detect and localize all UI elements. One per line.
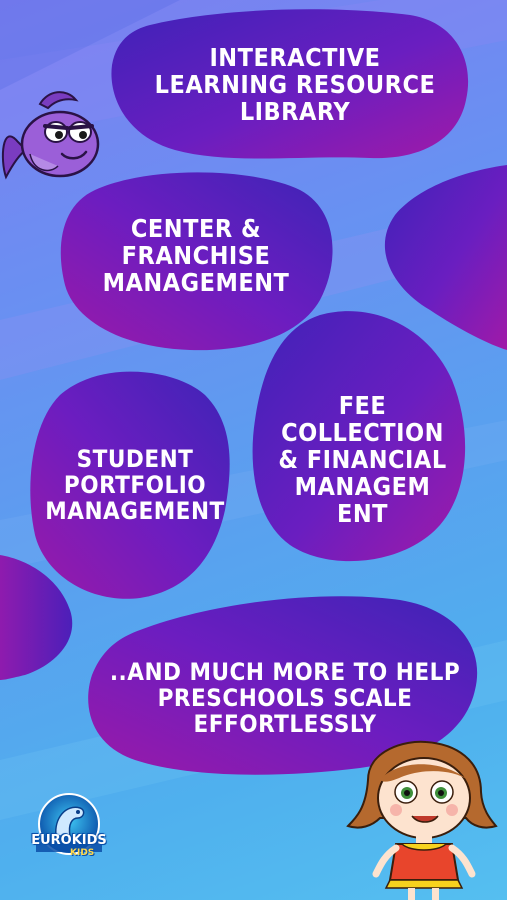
side-blob-right xyxy=(384,165,507,350)
brand-logo-icon xyxy=(36,793,102,855)
feature-center-franchise: CENTER & FRANCHISE MANAGEMENT xyxy=(102,214,290,297)
promo-canvas: INTERACTIVE LEARNING RESOURCE LIBRARY CE… xyxy=(0,0,507,900)
feature-student-portfolio: STUDENT PORTFOLIO MANAGEMENT xyxy=(45,445,225,525)
feature-learning-library: INTERACTIVE LEARNING RESOURCE LIBRARY xyxy=(154,43,436,126)
fish-mascot-icon xyxy=(1,91,100,180)
brand-logo-sub: KIDS xyxy=(70,848,95,858)
feature-much-more: ..AND MUCH MORE TO HELP PRESCHOOLS SCALE… xyxy=(109,658,461,738)
girl-mascot-icon xyxy=(346,740,498,900)
brand-logo-name: EUROKIDS xyxy=(31,833,107,848)
feature-fee-collection: FEE COLLECTION & FINANCIAL MANAGEM ENT xyxy=(278,391,447,528)
